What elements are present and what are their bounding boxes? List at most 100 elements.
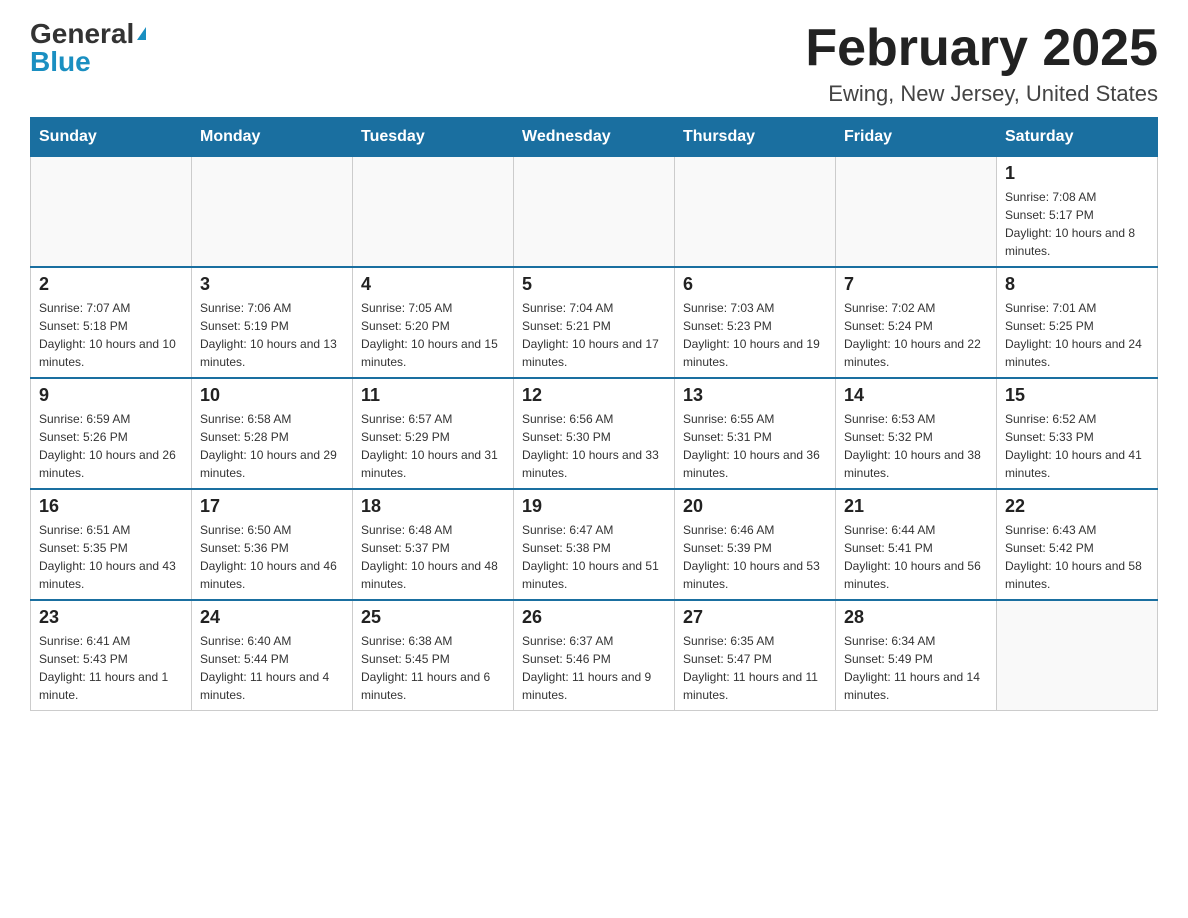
calendar-day-header: Saturday bbox=[997, 118, 1158, 157]
page-header: General Blue February 2025 Ewing, New Je… bbox=[30, 20, 1158, 107]
calendar-day-cell: 20Sunrise: 6:46 AM Sunset: 5:39 PM Dayli… bbox=[675, 489, 836, 600]
calendar-day-cell: 4 Sunrise: 7:05 AM Sunset: 5:20 PM Daylig… bbox=[353, 267, 514, 378]
calendar-day-cell: 25 Sunrise: 6:38 AM Sunset: 5:45 PM Dayli… bbox=[353, 600, 514, 711]
day-number: 25 bbox=[361, 607, 505, 628]
calendar-day-header: Tuesday bbox=[353, 118, 514, 157]
calendar-day-cell: 28 Sunrise: 6:34 AM Sunset: 5:49 PM Dayli… bbox=[836, 600, 997, 711]
calendar-day-cell: 17 Sunrise: 6:50 AM Sunset: 5:36 PM Dayli… bbox=[192, 489, 353, 600]
calendar-week-row: 23 Sunrise: 6:41 AM Sunset: 5:43 PM Dayli… bbox=[31, 600, 1158, 711]
calendar-day-cell: 24Sunrise: 6:40 AM Sunset: 5:44 PM Dayli… bbox=[192, 600, 353, 711]
day-info: Sunrise: 6:34 AM Sunset: 5:49 PM Dayligh… bbox=[844, 632, 988, 704]
day-info: Sunrise: 6:43 AM Sunset: 5:42 PM Dayligh… bbox=[1005, 521, 1149, 593]
calendar-day-cell: 9 Sunrise: 6:59 AM Sunset: 5:26 PM Daylig… bbox=[31, 378, 192, 489]
day-info: Sunrise: 6:58 AM Sunset: 5:28 PM Dayligh… bbox=[200, 410, 344, 482]
day-number: 1 bbox=[1005, 163, 1149, 184]
calendar-day-cell bbox=[997, 600, 1158, 711]
day-number: 24 bbox=[200, 607, 344, 628]
logo-triangle-icon bbox=[137, 27, 146, 40]
month-year-title: February 2025 bbox=[805, 20, 1158, 77]
calendar-week-row: 9 Sunrise: 6:59 AM Sunset: 5:26 PM Daylig… bbox=[31, 378, 1158, 489]
calendar-day-header: Friday bbox=[836, 118, 997, 157]
title-block: February 2025 Ewing, New Jersey, United … bbox=[805, 20, 1158, 107]
day-info: Sunrise: 7:05 AM Sunset: 5:20 PM Dayligh… bbox=[361, 299, 505, 371]
day-info: Sunrise: 6:48 AM Sunset: 5:37 PM Dayligh… bbox=[361, 521, 505, 593]
day-info: Sunrise: 6:50 AM Sunset: 5:36 PM Dayligh… bbox=[200, 521, 344, 593]
day-info: Sunrise: 6:51 AM Sunset: 5:35 PM Dayligh… bbox=[39, 521, 183, 593]
day-info: Sunrise: 6:41 AM Sunset: 5:43 PM Dayligh… bbox=[39, 632, 183, 704]
calendar-day-cell: 3Sunrise: 7:06 AM Sunset: 5:19 PM Daylig… bbox=[192, 267, 353, 378]
calendar-day-cell: 21 Sunrise: 6:44 AM Sunset: 5:41 PM Dayli… bbox=[836, 489, 997, 600]
day-info: Sunrise: 6:52 AM Sunset: 5:33 PM Dayligh… bbox=[1005, 410, 1149, 482]
calendar-day-cell: 19 Sunrise: 6:47 AM Sunset: 5:38 PM Dayli… bbox=[514, 489, 675, 600]
calendar-week-row: 16 Sunrise: 6:51 AM Sunset: 5:35 PM Dayli… bbox=[31, 489, 1158, 600]
day-info: Sunrise: 6:56 AM Sunset: 5:30 PM Dayligh… bbox=[522, 410, 666, 482]
day-number: 18 bbox=[361, 496, 505, 517]
calendar-day-cell: 26Sunrise: 6:37 AM Sunset: 5:46 PM Dayli… bbox=[514, 600, 675, 711]
calendar-day-cell: 6 Sunrise: 7:03 AM Sunset: 5:23 PM Daylig… bbox=[675, 267, 836, 378]
calendar-day-cell: 23 Sunrise: 6:41 AM Sunset: 5:43 PM Dayli… bbox=[31, 600, 192, 711]
calendar-day-header: Monday bbox=[192, 118, 353, 157]
day-number: 19 bbox=[522, 496, 666, 517]
logo-general-text: General bbox=[30, 20, 134, 48]
day-info: Sunrise: 6:47 AM Sunset: 5:38 PM Dayligh… bbox=[522, 521, 666, 593]
day-number: 16 bbox=[39, 496, 183, 517]
day-info: Sunrise: 7:03 AM Sunset: 5:23 PM Dayligh… bbox=[683, 299, 827, 371]
calendar-day-cell: 12 Sunrise: 6:56 AM Sunset: 5:30 PM Dayli… bbox=[514, 378, 675, 489]
calendar-day-header: Wednesday bbox=[514, 118, 675, 157]
day-number: 2 bbox=[39, 274, 183, 295]
calendar-day-cell: 22Sunrise: 6:43 AM Sunset: 5:42 PM Dayli… bbox=[997, 489, 1158, 600]
day-info: Sunrise: 7:04 AM Sunset: 5:21 PM Dayligh… bbox=[522, 299, 666, 371]
calendar-day-cell bbox=[353, 157, 514, 268]
calendar-day-header: Sunday bbox=[31, 118, 192, 157]
calendar-day-cell: 27Sunrise: 6:35 AM Sunset: 5:47 PM Dayli… bbox=[675, 600, 836, 711]
logo: General Blue bbox=[30, 20, 146, 76]
day-info: Sunrise: 6:46 AM Sunset: 5:39 PM Dayligh… bbox=[683, 521, 827, 593]
calendar-day-cell: 8 Sunrise: 7:01 AM Sunset: 5:25 PM Daylig… bbox=[997, 267, 1158, 378]
day-number: 15 bbox=[1005, 385, 1149, 406]
calendar-day-cell: 1 Sunrise: 7:08 AM Sunset: 5:17 PM Daylig… bbox=[997, 157, 1158, 268]
day-number: 5 bbox=[522, 274, 666, 295]
calendar-day-cell bbox=[514, 157, 675, 268]
calendar-day-cell: 16 Sunrise: 6:51 AM Sunset: 5:35 PM Dayli… bbox=[31, 489, 192, 600]
calendar-day-cell: 18 Sunrise: 6:48 AM Sunset: 5:37 PM Dayli… bbox=[353, 489, 514, 600]
day-number: 10 bbox=[200, 385, 344, 406]
day-info: Sunrise: 7:07 AM Sunset: 5:18 PM Dayligh… bbox=[39, 299, 183, 371]
day-info: Sunrise: 6:55 AM Sunset: 5:31 PM Dayligh… bbox=[683, 410, 827, 482]
calendar-day-header: Thursday bbox=[675, 118, 836, 157]
day-info: Sunrise: 7:01 AM Sunset: 5:25 PM Dayligh… bbox=[1005, 299, 1149, 371]
day-info: Sunrise: 6:38 AM Sunset: 5:45 PM Dayligh… bbox=[361, 632, 505, 704]
day-number: 26 bbox=[522, 607, 666, 628]
day-info: Sunrise: 7:08 AM Sunset: 5:17 PM Dayligh… bbox=[1005, 188, 1149, 260]
calendar-week-row: 1 Sunrise: 7:08 AM Sunset: 5:17 PM Daylig… bbox=[31, 157, 1158, 268]
day-number: 28 bbox=[844, 607, 988, 628]
day-number: 13 bbox=[683, 385, 827, 406]
day-number: 27 bbox=[683, 607, 827, 628]
calendar-table: SundayMondayTuesdayWednesdayThursdayFrid… bbox=[30, 117, 1158, 711]
calendar-day-cell: 15 Sunrise: 6:52 AM Sunset: 5:33 PM Dayli… bbox=[997, 378, 1158, 489]
day-info: Sunrise: 6:59 AM Sunset: 5:26 PM Dayligh… bbox=[39, 410, 183, 482]
day-number: 4 bbox=[361, 274, 505, 295]
day-info: Sunrise: 6:57 AM Sunset: 5:29 PM Dayligh… bbox=[361, 410, 505, 482]
day-number: 11 bbox=[361, 385, 505, 406]
day-number: 12 bbox=[522, 385, 666, 406]
day-number: 17 bbox=[200, 496, 344, 517]
calendar-day-cell bbox=[192, 157, 353, 268]
calendar-day-cell: 14 Sunrise: 6:53 AM Sunset: 5:32 PM Dayli… bbox=[836, 378, 997, 489]
day-number: 21 bbox=[844, 496, 988, 517]
day-number: 7 bbox=[844, 274, 988, 295]
location-subtitle: Ewing, New Jersey, United States bbox=[805, 81, 1158, 107]
day-number: 8 bbox=[1005, 274, 1149, 295]
day-info: Sunrise: 6:53 AM Sunset: 5:32 PM Dayligh… bbox=[844, 410, 988, 482]
calendar-day-cell bbox=[31, 157, 192, 268]
calendar-day-cell bbox=[836, 157, 997, 268]
calendar-week-row: 2 Sunrise: 7:07 AM Sunset: 5:18 PM Daylig… bbox=[31, 267, 1158, 378]
day-number: 23 bbox=[39, 607, 183, 628]
calendar-day-cell: 5 Sunrise: 7:04 AM Sunset: 5:21 PM Daylig… bbox=[514, 267, 675, 378]
day-number: 14 bbox=[844, 385, 988, 406]
day-info: Sunrise: 6:44 AM Sunset: 5:41 PM Dayligh… bbox=[844, 521, 988, 593]
day-number: 6 bbox=[683, 274, 827, 295]
calendar-header-row: SundayMondayTuesdayWednesdayThursdayFrid… bbox=[31, 118, 1158, 157]
calendar-day-cell: 2 Sunrise: 7:07 AM Sunset: 5:18 PM Daylig… bbox=[31, 267, 192, 378]
day-info: Sunrise: 7:02 AM Sunset: 5:24 PM Dayligh… bbox=[844, 299, 988, 371]
day-number: 9 bbox=[39, 385, 183, 406]
